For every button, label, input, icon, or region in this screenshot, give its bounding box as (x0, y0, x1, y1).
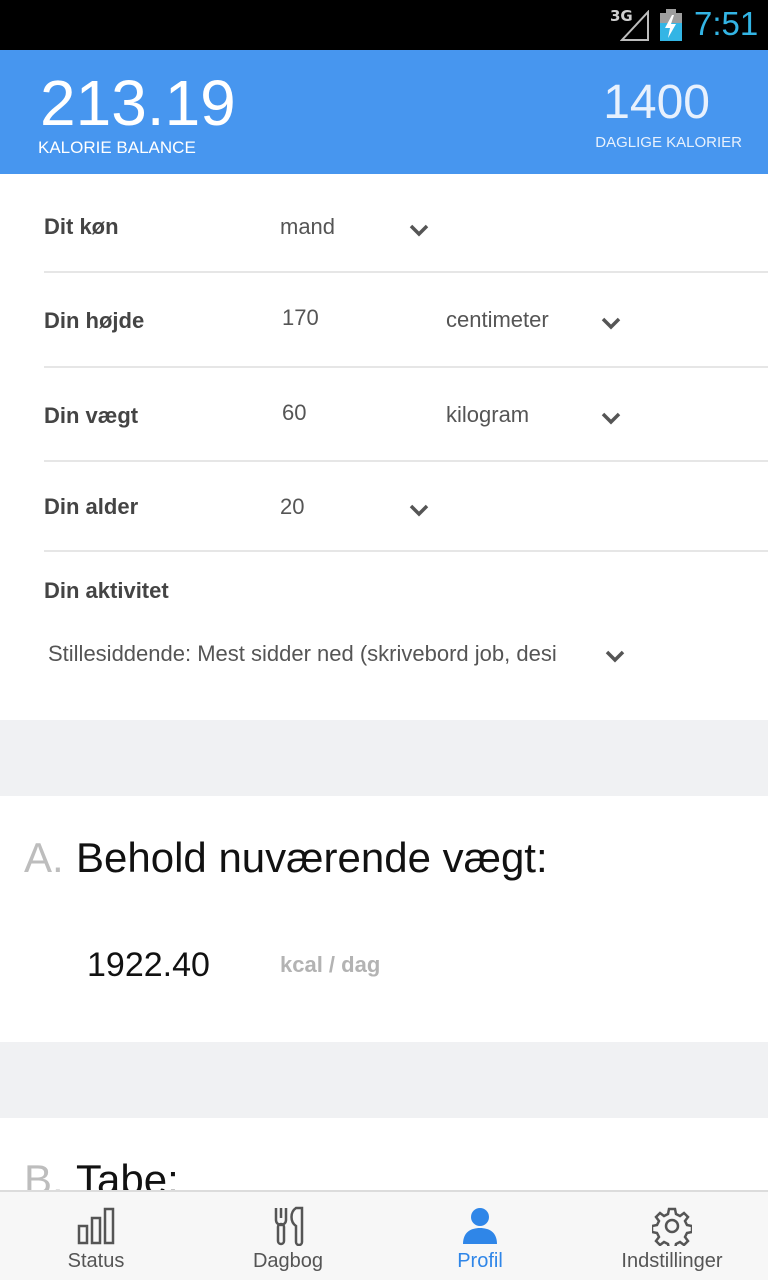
person-icon (463, 1208, 497, 1244)
fork-knife-icon (274, 1206, 304, 1246)
age-value: 20 (280, 494, 305, 519)
daily-calories-label: DAGLIGE KALORIER (595, 134, 742, 151)
profile-form: Dit køn mand Din højde 170 centimeter Di… (0, 174, 768, 720)
bar-chart-icon (77, 1207, 115, 1245)
nav-status-label: Status (67, 1250, 125, 1272)
section-divider (0, 1042, 768, 1118)
weight-unit-value: kilogram (446, 402, 530, 427)
activity-dropdown[interactable]: Stillesiddende: Mest sidder ned (skriveb… (0, 629, 640, 679)
height-label: Din højde (44, 308, 145, 333)
weight-unit-dropdown[interactable]: kilogram (444, 392, 634, 442)
battery-charging-icon (660, 9, 682, 41)
nav-dagbog-label: Dagbog (252, 1250, 324, 1272)
age-row: Din alder 20 (44, 462, 768, 552)
nav-dagbog[interactable]: Dagbog (192, 1192, 384, 1280)
maintain-kcal-value: 1922.40 (87, 946, 210, 984)
nav-indstillinger[interactable]: Indstillinger (576, 1192, 768, 1280)
weight-label: Din vægt (44, 403, 139, 428)
signal-icon (620, 10, 649, 41)
gender-label: Dit køn (44, 214, 119, 239)
chevron-down-icon (605, 650, 625, 663)
maintain-kcal-unit: kcal / dag (280, 952, 381, 977)
calorie-header: 213.19 KALORIE BALANCE 1400 DAGLIGE KALO… (0, 50, 768, 174)
lose-weight-section: B. Tabe: (0, 1118, 768, 1198)
gender-dropdown[interactable]: mand (280, 204, 440, 254)
chevron-down-icon (409, 504, 429, 517)
nav-status[interactable]: Status (0, 1192, 192, 1280)
clock: 7:51 (694, 5, 759, 42)
daily-calories-value: 1400 (603, 76, 710, 129)
height-input[interactable]: 170 (282, 305, 319, 331)
maintain-weight-section: A. Behold nuværende vægt: 1922.40 kcal /… (0, 796, 768, 1042)
chevron-down-icon (601, 317, 621, 330)
chevron-down-icon (409, 224, 429, 237)
age-label: Din alder (44, 494, 139, 519)
gender-row: Dit køn mand (44, 174, 768, 273)
chevron-down-icon (601, 412, 621, 425)
nav-indstillinger-label: Indstillinger (621, 1250, 723, 1272)
section-divider (0, 720, 768, 796)
age-dropdown[interactable]: 20 (280, 484, 440, 534)
status-bar: 3G 7:51 (0, 0, 768, 50)
height-row: Din højde 170 centimeter (44, 273, 768, 368)
weight-input[interactable]: 60 (282, 400, 306, 426)
height-unit-dropdown[interactable]: centimeter (444, 297, 634, 347)
height-unit-value: centimeter (446, 307, 549, 332)
activity-label: Din aktivitet (44, 578, 169, 603)
activity-value: Stillesiddende: Mest sidder ned (skriveb… (48, 641, 557, 666)
calorie-balance-value: 213.19 (40, 67, 236, 139)
nav-profil[interactable]: Profil (384, 1192, 576, 1280)
weight-row: Din vægt 60 kilogram (44, 368, 768, 462)
section-a-letter: A. (24, 834, 64, 881)
gender-value: mand (280, 214, 336, 239)
nav-profil-label: Profil (457, 1250, 503, 1272)
calorie-balance-label: KALORIE BALANCE (38, 138, 196, 157)
gear-icon (652, 1207, 692, 1246)
bottom-navigation: Status Dagbog Profil Indstillinger (0, 1190, 768, 1280)
section-a-title: Behold nuværende vægt: (76, 834, 548, 881)
